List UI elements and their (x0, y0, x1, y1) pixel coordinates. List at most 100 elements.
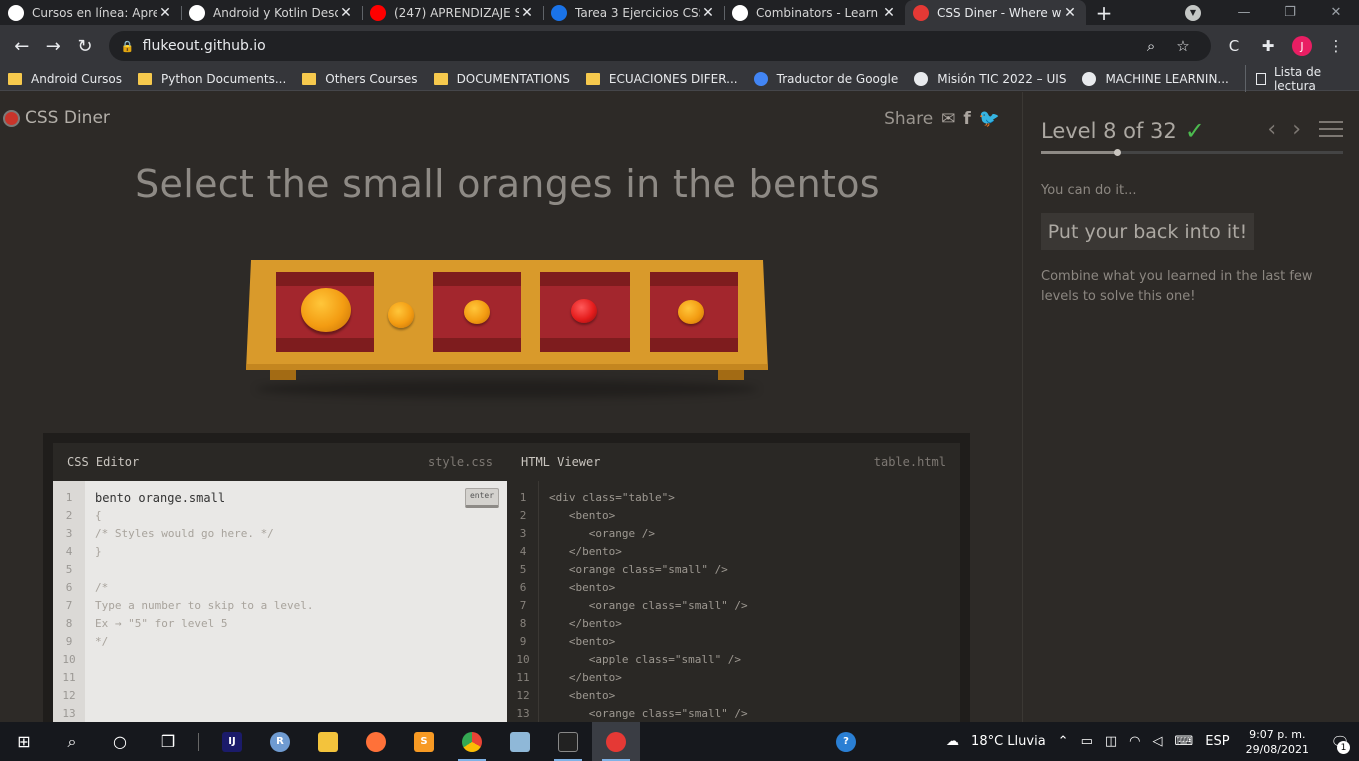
new-tab-button[interactable]: + (1086, 0, 1122, 25)
html-code-line[interactable]: <orange class="small" /> (549, 705, 748, 722)
keyboard-icon[interactable]: ⌨ (1175, 734, 1194, 749)
tab-close-icon[interactable]: ✕ (1062, 5, 1078, 21)
orange-small[interactable] (464, 300, 490, 324)
folder-icon (302, 72, 317, 85)
tab-close-icon[interactable]: ✕ (519, 5, 535, 21)
orange-small[interactable] (678, 300, 704, 324)
chrome-icon[interactable] (448, 722, 496, 761)
terminal-icon[interactable] (544, 722, 592, 761)
tray-expand-icon[interactable]: ⌃ (1058, 734, 1069, 749)
snipping-tool-icon[interactable] (496, 722, 544, 761)
intellij-icon[interactable]: IJ (208, 722, 256, 761)
firefox-icon[interactable] (352, 722, 400, 761)
level-progress-fill (1041, 151, 1117, 154)
browser-tab[interactable]: CSS Diner - Where we t✕ (905, 0, 1086, 25)
bookmark-item[interactable]: Misión TIC 2022 – UIS (914, 71, 1066, 86)
browser-menu-icon[interactable]: ⋮ (1319, 37, 1353, 55)
bookmark-item[interactable]: Others Courses (302, 72, 418, 86)
language-indicator[interactable]: ESP (1205, 734, 1229, 749)
reading-list-button[interactable]: Lista de lectura (1244, 64, 1349, 93)
bookmark-item[interactable]: Python Documents... (137, 71, 287, 86)
weather-cloud-icon[interactable]: ☁ (946, 734, 959, 749)
profile-avatar[interactable]: J (1285, 36, 1319, 57)
battery-icon[interactable]: ▭ (1081, 734, 1093, 749)
volume-icon[interactable]: ◁ (1153, 734, 1163, 749)
forward-button[interactable]: → (38, 30, 70, 62)
level-menu-icon[interactable] (1319, 116, 1343, 142)
bookmark-label: Python Documents... (160, 71, 287, 86)
html-code-line[interactable]: <div class="table"> (549, 489, 748, 507)
restore-button[interactable]: ❐ (1267, 0, 1313, 25)
line-number: 11 (62, 671, 76, 684)
facebook-icon[interactable]: f (963, 109, 970, 129)
file-explorer-icon[interactable] (304, 722, 352, 761)
css-input[interactable]: bento orange.small (95, 489, 314, 507)
enter-button[interactable]: enter (465, 488, 499, 508)
css-diner-logo[interactable]: CSS Diner (3, 108, 110, 128)
html-code-line[interactable]: <apple class="small" /> (549, 651, 748, 669)
line-number: 1 (65, 491, 73, 504)
tab-close-icon[interactable]: ✕ (700, 5, 716, 21)
html-code-line[interactable]: </bento> (549, 669, 748, 687)
html-code-line[interactable]: </bento> (549, 615, 748, 633)
cortana-icon[interactable]: ○ (96, 722, 144, 761)
task-view-icon[interactable]: ❒ (144, 722, 192, 761)
wifi-icon[interactable]: ◠ (1129, 734, 1140, 749)
bookmark-item[interactable]: DOCUMENTATIONS (433, 72, 570, 86)
html-code-line[interactable]: </bento> (549, 543, 748, 561)
bento-3[interactable] (540, 272, 630, 352)
udemy-icon (8, 4, 24, 21)
start-windows-icon[interactable]: ⊞ (0, 722, 48, 761)
css-editor[interactable]: 1 2 3 4 5 6 7 8 9 10 11 12 13 bento orange.small {/*… (53, 481, 507, 722)
r-language-icon[interactable]: R (256, 722, 304, 761)
line-number: 10 (516, 653, 530, 666)
html-code-line[interactable]: <bento> (549, 579, 748, 597)
html-code-line[interactable]: <bento> (549, 687, 748, 705)
html-code-line[interactable]: <orange /> (549, 525, 748, 543)
tab-close-icon[interactable]: ✕ (881, 5, 897, 21)
bento-2[interactable] (433, 272, 521, 352)
weather-text[interactable]: 18°C Lluvia (971, 734, 1046, 749)
orange-small[interactable] (388, 302, 414, 328)
browser-tab[interactable]: (247) APRENDIZAJE SU ✕ (362, 0, 543, 25)
next-level-icon[interactable]: › (1292, 117, 1301, 142)
bento-1[interactable] (276, 272, 374, 352)
apple-small[interactable] (571, 299, 597, 323)
tab-close-icon[interactable]: ✕ (157, 5, 173, 21)
html-code-line[interactable]: <orange class="small" /> (549, 597, 748, 615)
close-window-button[interactable]: ✕ (1313, 0, 1359, 25)
clock[interactable]: 9:07 p. m. 29/08/2021 (1246, 727, 1309, 757)
reload-button[interactable]: ↻ (69, 30, 101, 62)
paint-icon[interactable] (592, 722, 640, 761)
sublime-text-icon[interactable]: S (400, 722, 448, 761)
zoom-icon[interactable]: ⌕ (1135, 37, 1167, 55)
html-code-line[interactable]: <orange class="small" /> (549, 561, 748, 579)
tab-search-icon[interactable]: ▼ (1185, 4, 1201, 21)
twitter-icon[interactable]: 🐦 (979, 109, 1000, 129)
bookmark-item[interactable]: MACHINE LEARNIN... (1082, 71, 1229, 86)
browser-tab[interactable]: Tarea 3 Ejercicios CSS E✕ (543, 0, 724, 25)
email-icon[interactable]: ✉ (941, 109, 955, 129)
tab-close-icon[interactable]: ✕ (338, 5, 354, 21)
minimize-button[interactable]: — (1221, 0, 1267, 25)
bookmark-item[interactable]: Traductor de Google (753, 71, 898, 86)
previous-level-icon[interactable]: ‹ (1267, 117, 1276, 142)
extensions-puzzle-icon[interactable]: ✚ (1251, 37, 1285, 55)
browser-tab[interactable]: Android y Kotlin Desde ✕ (181, 0, 362, 25)
bookmark-item[interactable]: ECUACIONES DIFER... (585, 72, 738, 86)
html-code-line[interactable]: <bento> (549, 507, 748, 525)
html-code-line[interactable]: <bento> (549, 633, 748, 651)
bookmark-star-icon[interactable]: ☆ (1167, 37, 1199, 55)
orange[interactable] (301, 288, 351, 332)
browser-tab[interactable]: Cursos en línea: Apren ✕ (0, 0, 181, 25)
help-icon[interactable]: ? (822, 722, 870, 761)
bookmark-item[interactable]: Android Cursos (8, 72, 122, 86)
notification-center-icon[interactable]: 🗨1 (1321, 722, 1359, 761)
browser-tab[interactable]: Combinators - Learn w ✕ (724, 0, 905, 25)
bento-4[interactable] (650, 272, 738, 352)
address-bar[interactable]: 🔒 flukeout.github.io ⌕ ☆ (108, 31, 1212, 61)
search-icon[interactable]: ⌕ (48, 722, 96, 761)
extension-c-icon[interactable]: C (1217, 37, 1251, 55)
meet-now-icon[interactable]: ◫ (1105, 734, 1117, 749)
back-button[interactable]: ← (6, 30, 38, 62)
